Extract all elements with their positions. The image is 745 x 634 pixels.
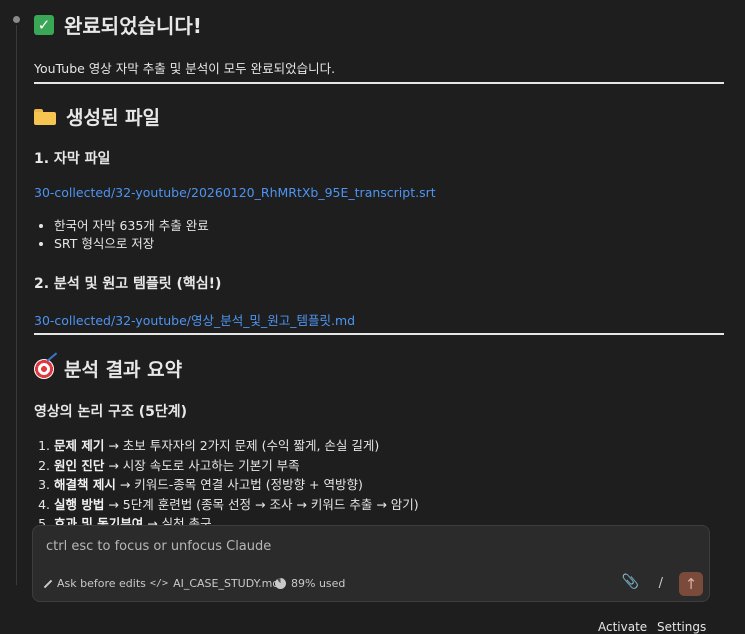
done-heading: ✓ 완료되었습니다! xyxy=(34,10,202,39)
list-item: 실행 방법 → 5단계 훈련법 (종목 선정 → 조사 → 키워드 추출 → 암… xyxy=(54,495,419,515)
file-1-heading: 1. 자막 파일 xyxy=(34,151,111,167)
send-button[interactable]: ↑ xyxy=(679,572,703,596)
list-item: 해결책 제시 → 키워드-종목 연결 사고법 (정방향 + 역방향) xyxy=(54,475,419,495)
usage-label: 89% used xyxy=(291,577,346,590)
list-item: SRT 형식으로 저장 xyxy=(54,235,209,253)
files-heading: 생성된 파일 xyxy=(34,103,160,130)
ask-before-edits-button[interactable]: Ask before edits xyxy=(43,577,146,590)
file-2-heading: 2. 분석 및 원고 템플릿 (핵심!) xyxy=(34,276,222,292)
steps-list: 문제 제기 → 초보 투자자의 2가지 문제 (수익 짧게, 손실 길게) 원인… xyxy=(34,436,419,528)
done-heading-text: 완료되었습니다! xyxy=(64,14,202,38)
step-desc: → 시장 속도로 사고하는 기본기 부족 xyxy=(104,457,300,473)
pencil-icon xyxy=(43,579,52,588)
structure-heading: 영상의 논리 구조 (5단계) xyxy=(34,404,188,420)
chat-input-placeholder[interactable]: ctrl esc to focus or unfocus Claude xyxy=(46,539,271,554)
folder-icon xyxy=(34,108,56,125)
gutter-bullet xyxy=(13,16,20,23)
step-title: 실행 방법 xyxy=(54,496,105,512)
code-icon: </> xyxy=(150,578,169,589)
step-desc: → 초보 투자자의 2가지 문제 (수익 짧게, 손실 길게) xyxy=(104,438,380,453)
step-desc: → 5단계 훈련법 (종목 선정 → 조사 → 키워드 추출 → 암기) xyxy=(104,496,419,512)
paperclip-icon[interactable]: 📎 xyxy=(622,574,639,590)
step-title: 원인 진단 xyxy=(54,457,105,473)
slash-command-button[interactable]: / xyxy=(659,576,663,591)
template-file-link[interactable]: 30-collected/32-youtube/영상_분석_및_원고_템플릿.m… xyxy=(34,310,355,329)
summary-heading-text: 분석 결과 요약 xyxy=(64,359,183,381)
step-title: 해결책 제시 xyxy=(54,477,116,492)
list-item: 문제 제기 → 초보 투자자의 2가지 문제 (수익 짧게, 손실 길게) xyxy=(54,436,419,456)
divider xyxy=(34,82,724,84)
chat-input-box[interactable]: ctrl esc to focus or unfocus Claude Ask … xyxy=(32,525,710,602)
file-context-button[interactable]: </> AI_CASE_STUDY.md xyxy=(150,577,279,590)
intro-text: YouTube 영상 자막 추출 및 분석이 모두 완료되었습니다. xyxy=(34,61,336,76)
gutter-line xyxy=(16,25,17,585)
mode-label: Ask before edits xyxy=(57,577,146,590)
divider xyxy=(34,333,724,335)
step-desc: → 키워드-종목 연결 사고법 (정방향 + 역방향) xyxy=(115,477,363,492)
step-title: 문제 제기 xyxy=(54,438,105,453)
file-label: AI_CASE_STUDY.md xyxy=(173,577,280,590)
transcript-file-link[interactable]: 30-collected/32-youtube/20260120_RhMRtXb… xyxy=(34,185,436,200)
chat-footer: Ask before edits </> AI_CASE_STUDY.md 89… xyxy=(33,562,709,600)
status-text: Activate xyxy=(598,620,648,634)
list-item: 한국어 자막 635개 추출 완료 xyxy=(54,217,209,235)
list-item: 원인 진단 → 시장 속도로 사고하는 기본기 부족 xyxy=(54,456,419,476)
summary-heading: 분석 결과 요약 xyxy=(34,355,182,382)
settings-text[interactable]: Settings xyxy=(657,620,706,634)
files-heading-text: 생성된 파일 xyxy=(66,107,161,129)
check-icon: ✓ xyxy=(34,14,54,35)
context-usage: 89% used xyxy=(275,577,345,590)
file-1-bullets: 한국어 자막 635개 추출 완료 SRT 형식으로 저장 xyxy=(34,217,209,253)
status-bar: Activate Settings xyxy=(598,620,706,634)
target-icon xyxy=(34,358,54,379)
pie-icon xyxy=(275,578,286,589)
arrow-up-icon: ↑ xyxy=(684,575,698,593)
